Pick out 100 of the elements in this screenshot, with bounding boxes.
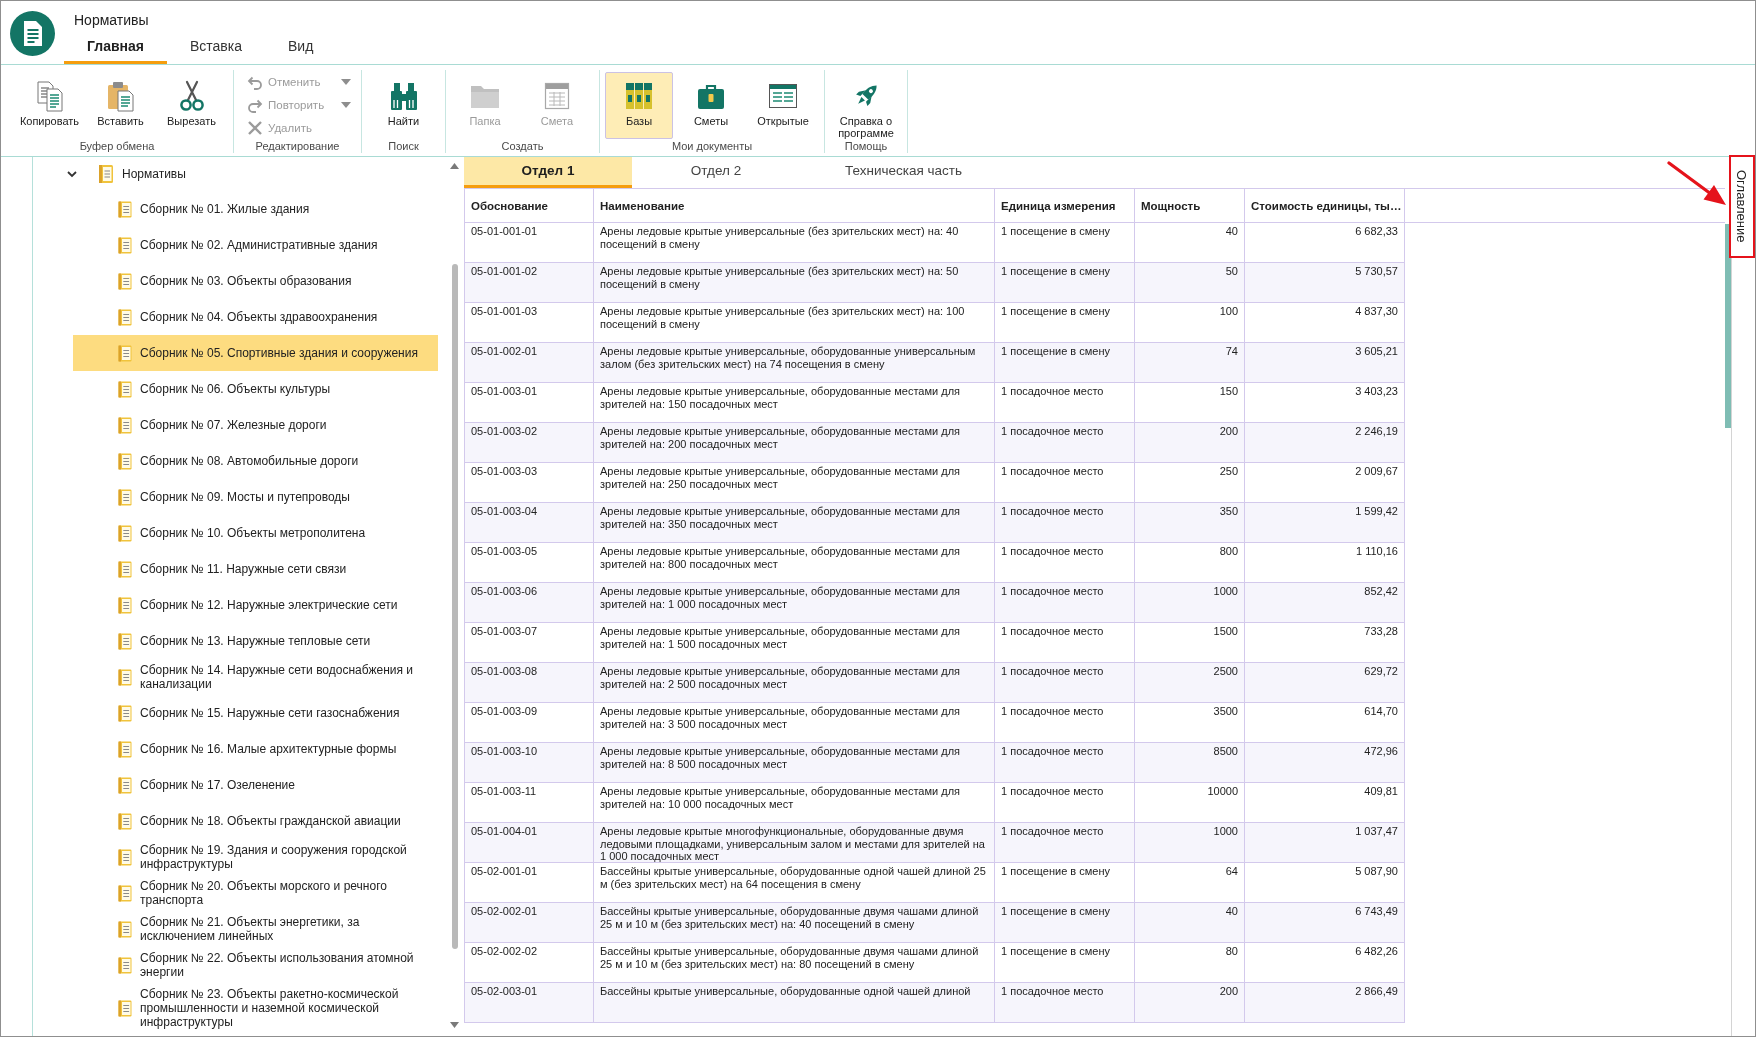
book-icon bbox=[118, 560, 132, 578]
table-cell: 05-01-001-02 bbox=[464, 263, 594, 302]
tree-item[interactable]: Сборник № 01. Жилые здания bbox=[73, 191, 438, 227]
column-header[interactable]: Мощность bbox=[1135, 189, 1245, 222]
tree-item[interactable]: Сборник № 22. Объекты использования атомной энергии bbox=[73, 947, 438, 983]
table-cell: 150 bbox=[1135, 383, 1245, 422]
table-cell: 1 599,42 bbox=[1245, 503, 1405, 542]
table-cell: 05-01-001-03 bbox=[464, 303, 594, 342]
table-cell: 733,28 bbox=[1245, 623, 1405, 662]
scrollbar-thumb[interactable] bbox=[1725, 224, 1731, 428]
table-cell: 1 110,16 bbox=[1245, 543, 1405, 582]
ribbon-button[interactable]: Копировать bbox=[14, 72, 85, 139]
table-cell: 05-01-002-01 bbox=[464, 343, 594, 382]
binders-icon bbox=[623, 80, 655, 112]
table-cell: Арены ледовые крытые универсальные, оборудованные местами для зрителей на: 10 000 посадочных мест bbox=[594, 783, 995, 822]
tree-item[interactable]: Сборник № 05. Спортивные здания и сооружения bbox=[73, 335, 438, 371]
table-cell: Арены ледовые крытые универсальные, оборудованные универсальным залом (без зрительских мест) на 74 посещения в смену bbox=[594, 343, 995, 382]
table-cell: 1000 bbox=[1135, 823, 1245, 862]
tree-item[interactable]: Сборник № 09. Мосты и путепроводы bbox=[73, 479, 438, 515]
book-icon bbox=[118, 488, 132, 506]
table-cell: 100 bbox=[1135, 303, 1245, 342]
table-cell: 1 посадочное место bbox=[995, 503, 1135, 542]
tree-item[interactable]: Сборник № 08. Автомобильные дороги bbox=[73, 443, 438, 479]
tree-item[interactable]: Сборник № 21. Объекты энергетики, за исключением линейных bbox=[73, 911, 438, 947]
scrollbar-thumb[interactable] bbox=[451, 264, 458, 949]
book-icon bbox=[118, 632, 132, 650]
table-cell: Арены ледовые крытые универсальные (без зрительских мест) на: 50 посещений в смену bbox=[594, 263, 995, 302]
tree-item[interactable]: Сборник № 13. Наружные тепловые сети bbox=[73, 623, 438, 659]
ribbon-button[interactable]: Справка о программе bbox=[828, 72, 904, 139]
ribbon-button[interactable]: Вырезать bbox=[156, 72, 227, 139]
app-logo-icon bbox=[10, 11, 55, 56]
tree-item[interactable]: Сборник № 02. Административные здания bbox=[73, 227, 438, 263]
menu-tab[interactable]: Вид bbox=[265, 31, 337, 64]
table-cell: 05-02-002-02 bbox=[464, 943, 594, 982]
table-cell: Бассейны крытые универсальные, оборудованные одной чашей длиной bbox=[594, 983, 995, 1022]
tab[interactable]: Отдел 2 bbox=[632, 157, 800, 188]
tree-item[interactable]: Сборник № 19. Здания и сооружения городской инфраструктуры bbox=[73, 839, 438, 875]
tree-item[interactable]: Сборник № 20. Объекты морского и речного транспорта bbox=[73, 875, 438, 911]
scroll-up-icon[interactable] bbox=[450, 163, 459, 169]
column-header[interactable]: Единица измерения bbox=[995, 189, 1135, 222]
tree-item[interactable]: Сборник № 04. Объекты здравоохранения bbox=[73, 299, 438, 335]
table-cell: Бассейны крытые универсальные, оборудованные двумя чашами длиной 25 м и 10 м (без зрительских мест) на: 40 посещений в смену bbox=[594, 903, 995, 942]
tree-item[interactable]: Сборник № 16. Малые архитектурные формы bbox=[73, 731, 438, 767]
table-cell: 852,42 bbox=[1245, 583, 1405, 622]
ribbon-button[interactable]: Базы bbox=[605, 72, 673, 139]
tab[interactable]: Отдел 1 bbox=[464, 157, 632, 188]
table-cell: 05-01-003-06 bbox=[464, 583, 594, 622]
book-icon bbox=[118, 812, 132, 830]
table-cell: Арены ледовые крытые универсальные, оборудованные местами для зрителей на: 3 500 посадочных мест bbox=[594, 703, 995, 742]
ribbon-button[interactable]: Вставить bbox=[85, 72, 156, 139]
table-cell: Арены ледовые крытые универсальные, оборудованные местами для зрителей на: 350 посадочных мест bbox=[594, 503, 995, 542]
group-label: Редактирование bbox=[254, 139, 341, 154]
table-cell: 2 866,49 bbox=[1245, 983, 1405, 1022]
menu-tab[interactable]: Главная bbox=[64, 31, 167, 64]
tree-item[interactable]: Сборник № 10. Объекты метрополитена bbox=[73, 515, 438, 551]
ribbon-button[interactable]: Сметы bbox=[677, 72, 745, 139]
table-cell: 629,72 bbox=[1245, 663, 1405, 702]
tree-item[interactable]: Сборник № 15. Наружные сети газоснабжения bbox=[73, 695, 438, 731]
column-header[interactable]: Наименование bbox=[594, 189, 995, 222]
book-icon bbox=[118, 416, 132, 434]
tree-item[interactable]: Сборник № 11. Наружные сети связи bbox=[73, 551, 438, 587]
tab[interactable]: Техническая часть bbox=[800, 157, 1008, 188]
ribbon-button[interactable]: Открытые bbox=[749, 72, 817, 139]
table-cell: 6 482,26 bbox=[1245, 943, 1405, 982]
table-cell: 64 bbox=[1135, 863, 1245, 902]
table-cell: 10000 bbox=[1135, 783, 1245, 822]
book-icon bbox=[118, 200, 132, 218]
close-icon bbox=[247, 119, 263, 136]
scroll-down-icon[interactable] bbox=[450, 1022, 459, 1028]
table-cell: 200 bbox=[1135, 423, 1245, 462]
tree-item[interactable]: Сборник № 07. Железные дороги bbox=[73, 407, 438, 443]
ribbon-button[interactable]: Найти bbox=[366, 72, 441, 139]
table-cell: Арены ледовые крытые универсальные, оборудованные местами для зрителей на: 250 посадочных мест bbox=[594, 463, 995, 502]
table-cell: 1 посадочное место bbox=[995, 983, 1135, 1022]
tree-item[interactable]: Сборник № 06. Объекты культуры bbox=[73, 371, 438, 407]
tree-item[interactable]: Сборник № 17. Озеленение bbox=[73, 767, 438, 803]
book-icon bbox=[118, 999, 132, 1017]
table-cell: 1 посещение в смену bbox=[995, 903, 1135, 942]
table-cell: 6 743,49 bbox=[1245, 903, 1405, 942]
column-header[interactable]: Стоимость единицы, ты… bbox=[1245, 189, 1405, 222]
tree-item[interactable]: Нормативы bbox=[60, 157, 438, 191]
tree-item[interactable]: Сборник № 12. Наружные электрические сети bbox=[73, 587, 438, 623]
table-cell: Арены ледовые крытые универсальные, оборудованные местами для зрителей на: 2 500 посадочных мест bbox=[594, 663, 995, 702]
table-cell: 4 837,30 bbox=[1245, 303, 1405, 342]
column-header[interactable]: Обоснование bbox=[464, 189, 594, 222]
tree-item[interactable]: Сборник № 18. Объекты гражданской авиации bbox=[73, 803, 438, 839]
table-cell: 05-02-002-01 bbox=[464, 903, 594, 942]
book-icon bbox=[118, 956, 132, 974]
group-label: Помощь bbox=[843, 139, 889, 154]
tree-item[interactable]: Сборник № 03. Объекты образования bbox=[73, 263, 438, 299]
book-icon bbox=[118, 704, 132, 722]
group-label: Буфер обмена bbox=[78, 139, 156, 154]
tree-item[interactable]: Сборник № 23. Объекты ракетно-космической промышленности и наземной космической инфраструктуры bbox=[73, 983, 438, 1033]
menu-tab[interactable]: Вставка bbox=[166, 31, 265, 64]
book-icon bbox=[118, 272, 132, 290]
table-cell: 05-02-001-01 bbox=[464, 863, 594, 902]
tree-item[interactable]: Сборник № 14. Наружные сети водоснабжения и канализации bbox=[73, 659, 438, 695]
book-icon bbox=[98, 164, 114, 184]
table-cell: 1000 bbox=[1135, 583, 1245, 622]
table-cell: 05-02-003-01 bbox=[464, 983, 594, 1022]
